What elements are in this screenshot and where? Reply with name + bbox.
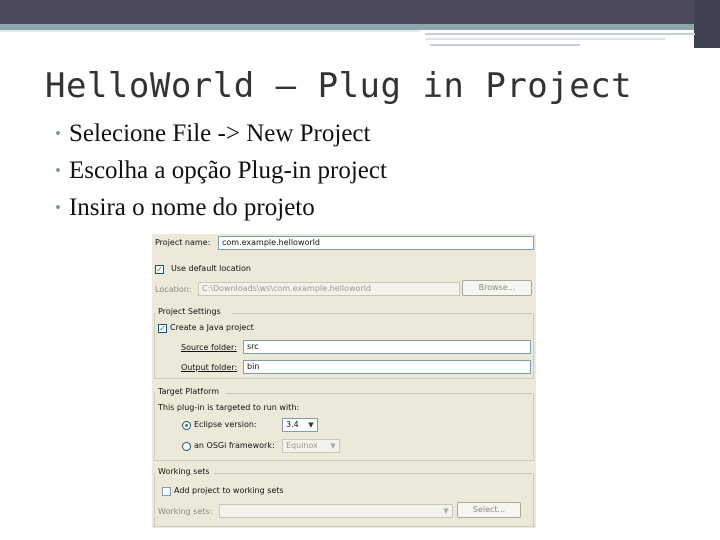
location-label: Location: [155, 285, 192, 294]
bullet-item: • Insira o nome do projeto [55, 192, 387, 229]
add-to-working-sets-label: Add project to working sets [174, 486, 284, 495]
bullet-icon: • [55, 124, 61, 143]
slide-title: HelloWorld – Plug in Project [45, 66, 633, 106]
use-default-location-label: Use default location [171, 264, 251, 273]
slide-decor-line [425, 38, 665, 40]
slide-top-bar [0, 0, 720, 24]
create-java-project-checkbox[interactable]: ✓ [158, 324, 167, 333]
location-input[interactable]: C:\Downloads\ws\com.example.helloworld [198, 282, 460, 296]
osgi-framework-label: an OSGi framework: [194, 441, 275, 450]
eclipse-version-value: 3.4 [286, 420, 299, 429]
bullet-text: Selecione File -> New Project [68, 120, 371, 147]
project-name-input[interactable]: com.example.helloworld [218, 236, 534, 250]
add-to-working-sets-checkbox[interactable] [162, 487, 171, 496]
working-sets-label: Working sets: [158, 507, 213, 516]
new-plugin-project-dialog: Project name: com.example.helloworld ✓ U… [152, 234, 536, 528]
source-folder-label: Source folder: [181, 343, 237, 352]
use-default-location-checkbox[interactable]: ✓ [155, 265, 164, 274]
create-java-project-label: Create a Java project [170, 323, 254, 332]
osgi-framework-radio[interactable] [182, 442, 191, 451]
bullet-icon: • [55, 198, 61, 217]
chevron-down-icon: ▼ [443, 507, 449, 515]
project-name-label: Project name: [155, 238, 211, 247]
bullet-text: Escolha a opção Plug-in project [68, 157, 387, 184]
working-sets-group [154, 473, 534, 527]
bullet-item: • Selecione File -> New Project [55, 118, 387, 155]
chevron-down-icon: ▼ [330, 442, 336, 450]
chevron-down-icon: ▼ [308, 421, 314, 429]
browse-button[interactable]: Browse... [462, 280, 532, 296]
osgi-framework-dropdown[interactable]: Equinox ▼ [282, 439, 340, 453]
bullet-list: • Selecione File -> New Project • Escolha … [55, 118, 387, 229]
slide-decor-line [430, 44, 580, 46]
working-sets-dropdown[interactable]: ▼ [219, 504, 453, 518]
eclipse-version-dropdown[interactable]: 3.4 ▼ [282, 418, 318, 432]
output-folder-input[interactable]: bin [243, 360, 531, 374]
bullet-item: • Escolha a opção Plug-in project [55, 155, 387, 192]
bullet-text: Insira o nome do projeto [68, 194, 315, 221]
slide-corner-block [694, 0, 720, 48]
output-folder-label: Output folder: [181, 363, 238, 372]
osgi-framework-value: Equinox [286, 441, 318, 450]
select-working-sets-button[interactable]: Select... [457, 502, 521, 518]
bullet-icon: • [55, 161, 61, 180]
target-platform-description: This plug-in is targeted to run with: [158, 403, 300, 412]
slide-decor-line [425, 33, 695, 35]
slide-decor-line [0, 30, 420, 32]
eclipse-version-label: Eclipse version: [194, 420, 257, 429]
source-folder-input[interactable]: src [243, 340, 531, 354]
eclipse-version-radio[interactable] [182, 421, 191, 430]
